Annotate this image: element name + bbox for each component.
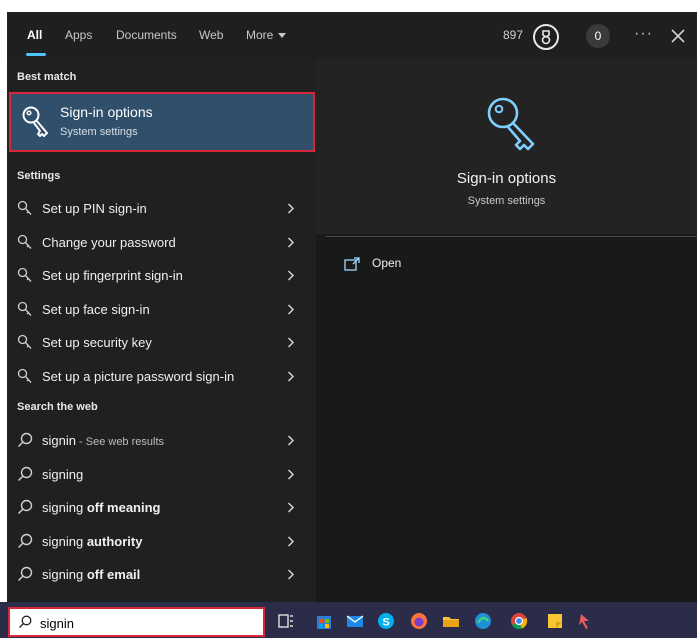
web-result-signin[interactable]: signin - See web results <box>7 424 312 457</box>
sticky-notes-icon[interactable] <box>545 611 565 631</box>
see-web-results-hint: - See web results <box>75 436 165 448</box>
search-icon <box>18 533 33 548</box>
taskbar-search-box[interactable] <box>8 607 265 637</box>
web-result-label: signing authority <box>42 525 142 558</box>
key-icon <box>17 301 32 316</box>
web-result-signing[interactable]: signing <box>7 458 312 491</box>
file-explorer-icon[interactable] <box>441 611 461 631</box>
query-suffix: authority <box>83 534 143 549</box>
key-icon <box>17 234 32 249</box>
chevron-right-icon <box>287 304 295 315</box>
tab-documents[interactable]: Documents <box>116 12 177 59</box>
section-best-match: Best match <box>17 71 77 83</box>
key-icon <box>487 97 535 151</box>
rewards-medal-icon[interactable] <box>533 24 559 50</box>
preview-pane: Sign-in options System settings Open <box>316 59 697 602</box>
settings-item-label: Set up PIN sign-in <box>42 201 147 216</box>
settings-item-face[interactable]: Set up face sign-in <box>7 293 312 326</box>
notification-count-badge[interactable]: 0 <box>586 24 610 48</box>
settings-item-label: Change your password <box>42 235 176 250</box>
settings-item-security-key[interactable]: Set up security key <box>7 326 312 359</box>
chevron-right-icon <box>287 502 295 513</box>
section-search-web: Search the web <box>17 401 98 413</box>
mail-icon[interactable] <box>345 611 365 631</box>
chevron-right-icon <box>287 435 295 446</box>
chevron-right-icon <box>287 203 295 214</box>
settings-item-password[interactable]: Change your password <box>7 226 312 259</box>
best-match-result[interactable]: Sign-in options System settings <box>9 92 315 152</box>
chevron-right-icon <box>287 469 295 480</box>
rewards-points: 897 <box>503 28 524 42</box>
search-filter-bar: All Apps Documents Web More 897 0 ··· <box>7 12 697 59</box>
tab-active-indicator <box>26 53 46 56</box>
query-prefix: signing <box>42 567 84 582</box>
tab-web[interactable]: Web <box>199 12 223 59</box>
web-result-signing-off-meaning[interactable]: signing off meaning <box>7 491 312 524</box>
settings-item-picture-password[interactable]: Set up a picture password sign-in <box>7 360 312 393</box>
tab-more-label: More <box>246 28 274 42</box>
key-icon <box>17 334 32 349</box>
preview-divider <box>326 236 697 237</box>
firefox-icon[interactable] <box>409 611 429 631</box>
search-icon <box>18 566 33 581</box>
key-icon <box>17 267 32 282</box>
query-suffix: off meaning <box>83 500 161 515</box>
preview-subtitle: System settings <box>467 195 546 207</box>
search-icon <box>18 466 33 481</box>
caret-down-icon <box>278 33 287 39</box>
tab-more[interactable]: More <box>246 12 287 59</box>
chevron-right-icon <box>287 569 295 580</box>
svg-text:S: S <box>382 617 389 629</box>
preview-title: Sign-in options <box>456 170 557 187</box>
chevron-right-icon <box>287 536 295 547</box>
query-prefix: signin <box>42 433 76 448</box>
settings-item-fingerprint[interactable]: Set up fingerprint sign-in <box>7 259 312 292</box>
key-icon <box>17 368 32 383</box>
chrome-icon[interactable] <box>509 611 529 631</box>
store-icon[interactable] <box>314 611 334 631</box>
app-icon[interactable] <box>576 611 596 631</box>
settings-item-label: Set up a picture password sign-in <box>42 369 235 384</box>
settings-item-label: Set up fingerprint sign-in <box>42 268 183 283</box>
query-suffix: off email <box>83 567 141 582</box>
web-result-label: signing off meaning <box>42 491 160 524</box>
search-input[interactable] <box>40 613 250 633</box>
key-icon <box>17 200 32 215</box>
chevron-right-icon <box>287 337 295 348</box>
search-panel: All Apps Documents Web More 897 0 ··· Be… <box>7 12 697 602</box>
web-result-label: signing <box>42 458 83 491</box>
open-window-icon <box>344 257 360 271</box>
tab-all[interactable]: All <box>27 12 42 59</box>
query-prefix: signing <box>42 500 84 515</box>
best-match-subtitle: System settings <box>60 126 138 138</box>
settings-item-pin[interactable]: Set up PIN sign-in <box>7 192 312 225</box>
results-list: Best match Sign-in options System settin… <box>7 59 315 602</box>
best-match-title: Sign-in options <box>60 104 153 120</box>
chevron-right-icon <box>287 371 295 382</box>
close-icon[interactable] <box>670 28 686 44</box>
web-result-label: signin - See web results <box>42 424 164 457</box>
settings-item-label: Set up face sign-in <box>42 302 150 317</box>
tab-apps[interactable]: Apps <box>65 12 92 59</box>
skype-icon[interactable]: S <box>376 611 396 631</box>
chevron-right-icon <box>287 270 295 281</box>
edge-icon[interactable] <box>473 611 493 631</box>
key-icon <box>22 106 48 137</box>
query-prefix: signing <box>42 534 84 549</box>
web-result-label: signing off email <box>42 558 140 591</box>
web-result-signing-off-email[interactable]: signing off email <box>7 558 312 591</box>
settings-item-label: Set up security key <box>42 335 152 350</box>
web-result-signing-authority[interactable]: signing authority <box>7 525 312 558</box>
search-icon <box>18 499 33 514</box>
query-prefix: signing <box>42 467 84 482</box>
more-options-icon[interactable]: ··· <box>634 12 653 59</box>
chevron-right-icon <box>287 237 295 248</box>
task-view-icon[interactable] <box>276 611 296 631</box>
open-label: Open <box>372 256 402 270</box>
search-icon <box>19 615 32 628</box>
preview-header: Sign-in options System settings <box>316 59 697 234</box>
section-settings: Settings <box>17 170 61 182</box>
search-icon <box>18 432 33 447</box>
